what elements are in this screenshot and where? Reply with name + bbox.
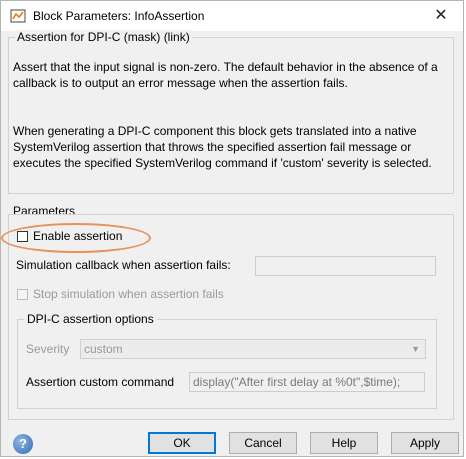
mask-description-1: Assert that the input signal is non-zero… (13, 60, 438, 90)
ok-button[interactable]: OK (148, 432, 216, 454)
stop-simulation-checkbox[interactable] (17, 289, 28, 300)
assertion-command-label: Assertion custom command (26, 375, 175, 389)
window-title: Block Parameters: InfoAssertion (33, 9, 205, 23)
mask-header: Assertion for DPI-C (mask) (link) (15, 30, 192, 44)
apply-button[interactable]: Apply (391, 432, 459, 454)
block-parameters-dialog: Block Parameters: InfoAssertion ✕ Assert… (0, 0, 464, 457)
sim-callback-label: Simulation callback when assertion fails… (16, 258, 231, 272)
help-button[interactable]: Help (310, 432, 378, 454)
chevron-down-icon: ▼ (411, 344, 420, 354)
sim-callback-input[interactable] (255, 256, 436, 276)
severity-value: custom (84, 342, 123, 356)
dpic-options-header: DPI-C assertion options (24, 312, 157, 326)
mask-description-2: When generating a DPI-C component this b… (13, 124, 432, 170)
severity-select[interactable]: custom ▼ (80, 339, 426, 359)
dpic-options-group: DPI-C assertion options (17, 312, 437, 409)
cancel-button[interactable]: Cancel (229, 432, 297, 454)
stop-simulation-label: Stop simulation when assertion fails (33, 287, 224, 301)
assertion-command-input[interactable]: display("After first delay at %0t",$time… (189, 372, 425, 392)
title-bar: Block Parameters: InfoAssertion ✕ (1, 1, 463, 31)
help-icon[interactable]: ? (13, 434, 33, 454)
severity-label: Severity (26, 342, 70, 356)
simulink-block-icon (10, 9, 26, 23)
enable-assertion-label[interactable]: Enable assertion (33, 229, 122, 243)
close-icon[interactable]: ✕ (423, 3, 459, 29)
enable-assertion-checkbox[interactable] (17, 231, 28, 242)
dialog-content: Assertion for DPI-C (mask) (link) Assert… (1, 30, 463, 456)
